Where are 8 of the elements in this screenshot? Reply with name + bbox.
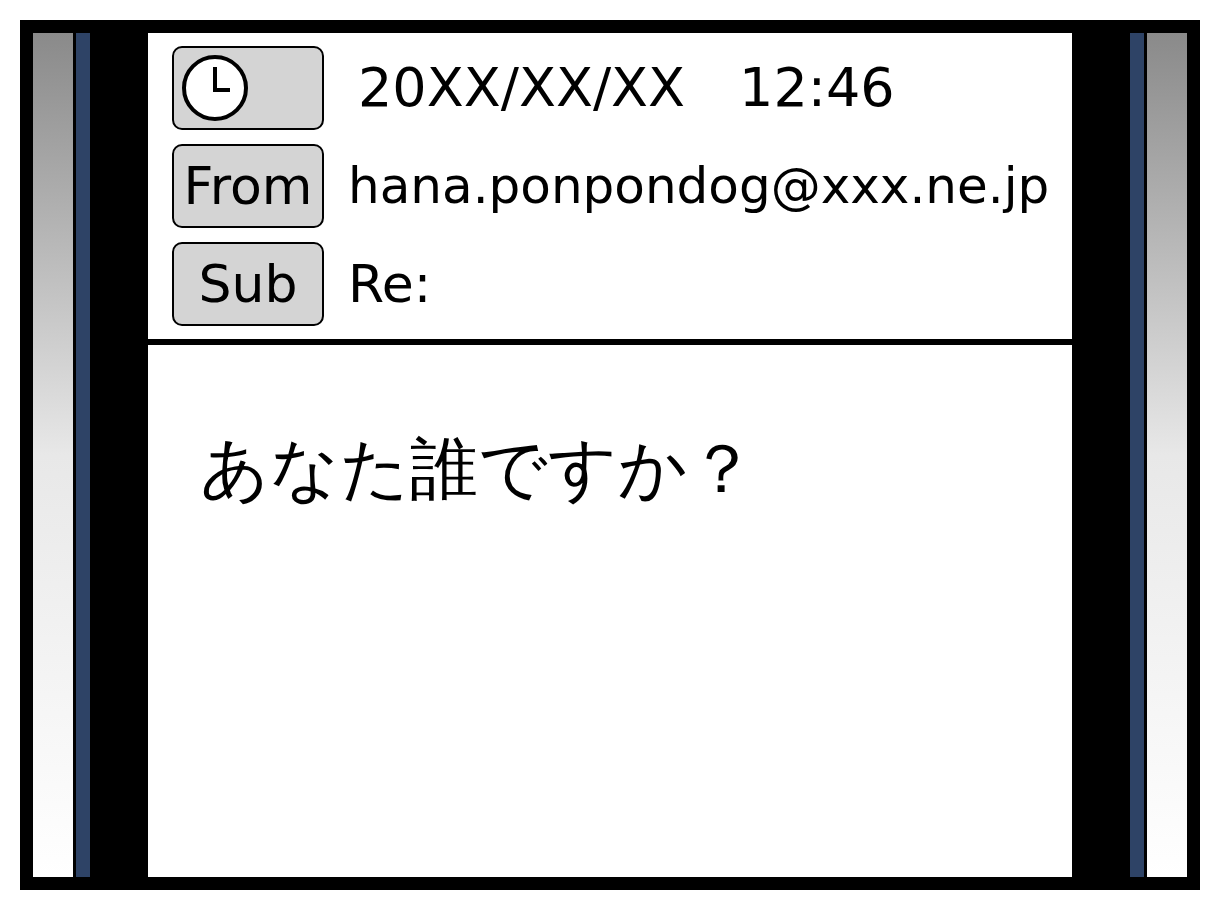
message-text: あなた誰ですか？ (200, 435, 757, 503)
subject-text: Re: (348, 258, 432, 310)
subject-label: Sub (172, 242, 324, 326)
sender-address: hana.ponpondog@xxx.ne.jp (348, 161, 1050, 211)
time-text: 12:46 (739, 61, 895, 115)
date-text: 20XX/XX/XX (358, 61, 686, 115)
from-label: From (172, 144, 324, 228)
clock-icon (180, 53, 250, 123)
